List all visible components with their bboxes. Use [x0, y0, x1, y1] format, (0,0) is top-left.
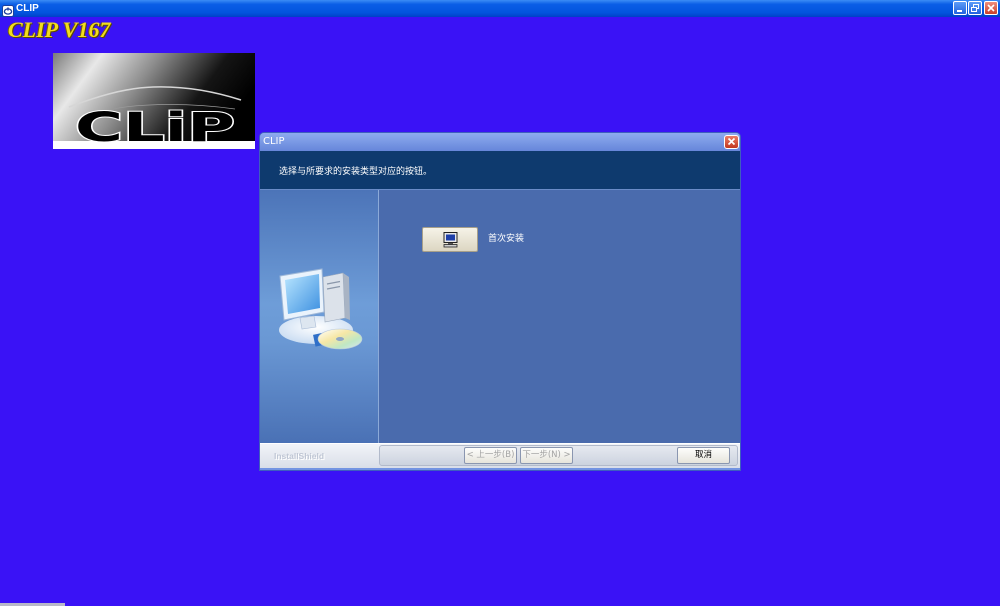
first-install-label: 首次安装: [488, 234, 525, 244]
minimize-button[interactable]: [953, 1, 967, 15]
clip-app-icon: [2, 2, 14, 17]
dialog-footer: InstallShield < 上一步(B) 下一步(N) > 取消: [260, 443, 740, 468]
close-button[interactable]: [984, 1, 998, 15]
setup-type-panel: 首次安装: [379, 190, 740, 443]
dialog-content: 选择与所要求的安装类型对应的按钮。 首次安装 InstallShield < 上…: [260, 151, 740, 468]
computer-setup-icon: [279, 268, 363, 350]
window-titlebar[interactable]: CLIP: [0, 0, 1000, 17]
back-button[interactable]: < 上一步(B): [464, 447, 517, 464]
button-tray: < 上一步(B) 下一步(N) > 取消: [379, 445, 738, 466]
next-button[interactable]: 下一步(N) >: [520, 447, 573, 464]
dialog-header: 选择与所要求的安装类型对应的按钮。: [260, 151, 740, 189]
dialog-titlebar[interactable]: CLIP: [260, 133, 740, 151]
close-icon: [987, 4, 995, 12]
dialog-close-button[interactable]: [724, 135, 739, 149]
installshield-brand: InstallShield: [274, 451, 325, 461]
minimize-icon: [957, 10, 962, 12]
window-title: CLIP: [16, 3, 39, 14]
logo-text: CLiP: [75, 105, 235, 149]
first-install-button[interactable]: [422, 227, 478, 252]
restore-button[interactable]: [968, 1, 982, 15]
computer-icon: [443, 232, 458, 248]
side-banner: [260, 190, 378, 443]
clip-logo: CLiP: [53, 53, 255, 149]
cancel-button[interactable]: 取消: [677, 447, 730, 464]
close-icon: [727, 137, 736, 146]
dialog-body: 首次安装: [260, 190, 740, 443]
setup-dialog: CLIP 选择与所要求的安装类型对应的按钮。 首次安装 InstallShiel…: [259, 132, 741, 471]
instruction-text: 选择与所要求的安装类型对应的按钮。: [279, 167, 433, 177]
restore-icon: [971, 4, 979, 12]
app-title: CLIP V167: [8, 17, 111, 42]
dialog-title: CLIP: [263, 136, 285, 147]
